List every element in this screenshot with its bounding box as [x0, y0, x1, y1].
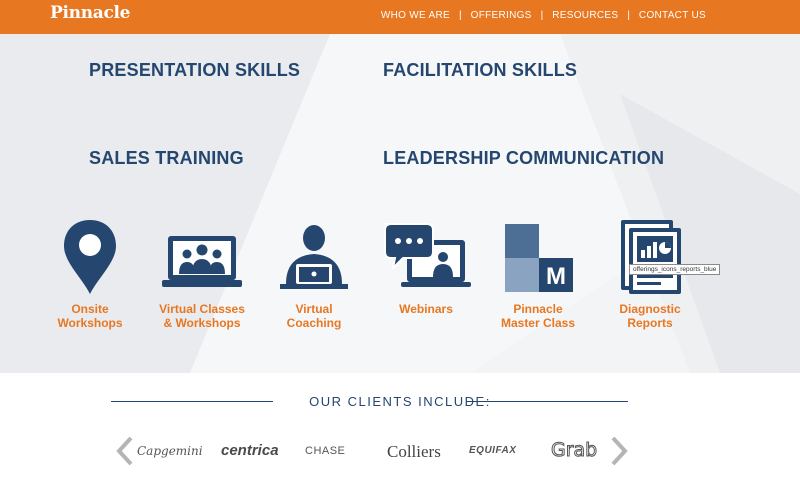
client-logo-equifax: EQUIFAX: [469, 445, 517, 456]
client-logo-grab: Grab: [550, 439, 598, 462]
skill-leadership-communication[interactable]: LEADERSHIP COMMUNICATION: [383, 148, 664, 169]
pinnacle-logo[interactable]: Pinnacle: [50, 3, 131, 23]
reports-chart-icon: [621, 220, 681, 294]
clients-title: OUR CLIENTS INCLUDE:: [309, 394, 491, 409]
client-logo-chase: CHASE: [305, 445, 346, 457]
carousel-next-arrow-icon[interactable]: [609, 436, 629, 466]
nav-resources[interactable]: RESOURCES: [552, 10, 618, 21]
client-logo-capgemini: Capgemini: [137, 444, 203, 458]
webinar-chat-monitor-icon: [384, 223, 471, 287]
nav-separator: |: [627, 10, 630, 21]
nav-offerings[interactable]: OFFERINGS: [471, 10, 532, 21]
main-nav: WHO WE ARE | OFFERINGS | RESOURCES | CON…: [381, 10, 706, 21]
clients-section: OUR CLIENTS INCLUDE: Capgemini centrica …: [0, 373, 800, 485]
skill-facilitation-skills[interactable]: FACILITATION SKILLS: [383, 60, 577, 81]
skill-sales-training[interactable]: SALES TRAINING: [89, 148, 244, 169]
client-logo-colliers: Colliers: [387, 442, 441, 461]
nav-contact-us[interactable]: CONTACT US: [639, 10, 706, 21]
map-pin-icon: [64, 220, 116, 294]
virtual-class-laptop-icon: [162, 236, 242, 287]
image-tooltip: offerings_icons_reports_blue: [629, 264, 721, 275]
carousel-prev-arrow-icon[interactable]: [115, 436, 135, 466]
svg-text:M: M: [546, 263, 566, 290]
nav-who-we-are[interactable]: WHO WE ARE: [381, 10, 450, 21]
offerings-hero: PRESENTATION SKILLS FACILITATION SKILLS …: [0, 34, 800, 373]
coaching-person-laptop-icon: [280, 225, 348, 289]
master-class-m-icon: M: [505, 224, 573, 292]
nav-separator: |: [540, 10, 544, 21]
offering-label: Diagnostic Reports: [619, 302, 681, 330]
skill-presentation-skills[interactable]: PRESENTATION SKILLS: [89, 60, 300, 81]
nav-separator: |: [459, 10, 462, 21]
top-navigation-bar: Pinnacle WHO WE ARE | OFFERINGS | RESOUR…: [0, 0, 800, 34]
title-divider-right: [466, 401, 628, 402]
client-logo-centrica: centrica: [221, 442, 279, 459]
